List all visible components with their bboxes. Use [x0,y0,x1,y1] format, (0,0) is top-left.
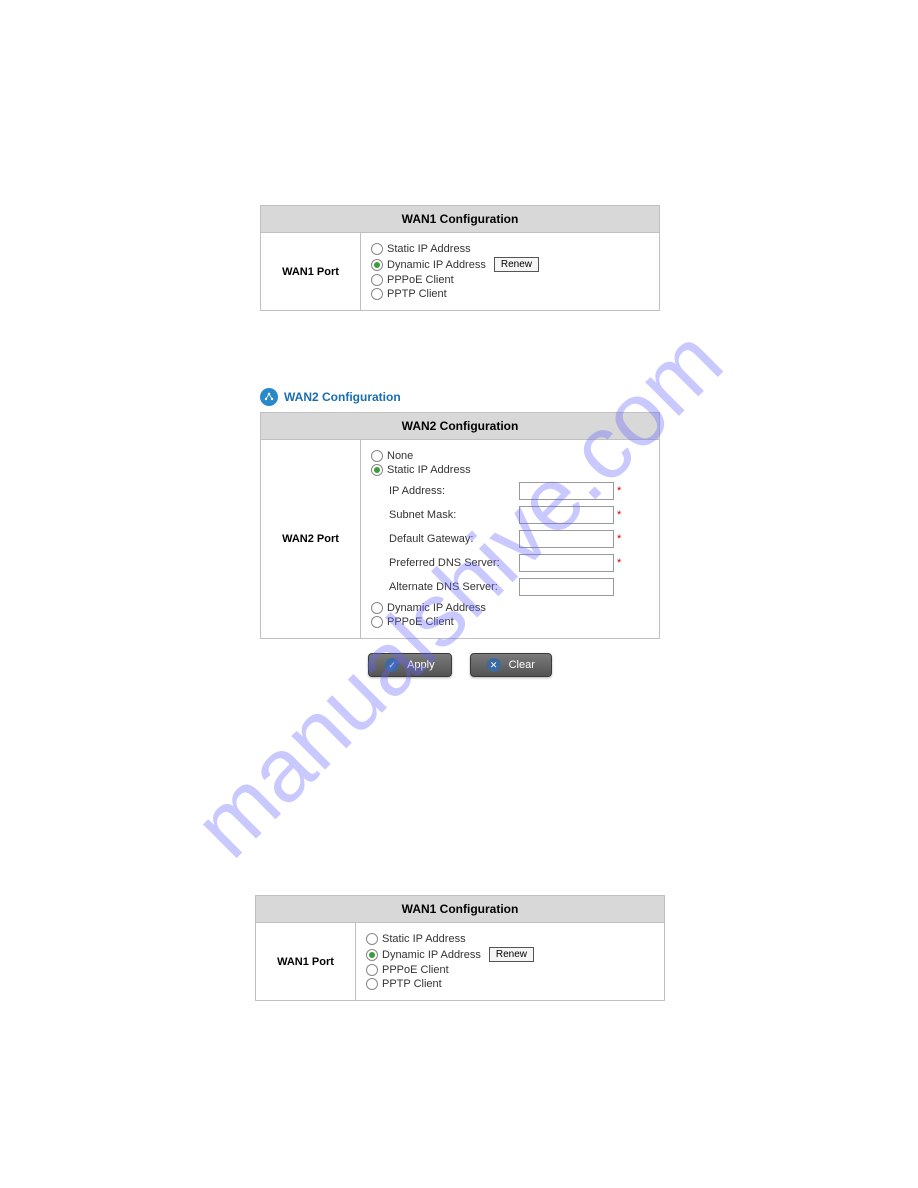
radio-bottom-pptp[interactable] [366,978,378,990]
wan2-static-label: Static IP Address [387,464,471,476]
radio-dynamic-ip[interactable] [371,259,383,271]
required-star-icon: * [617,509,621,521]
radio-wan2-static[interactable] [371,464,383,476]
bottom-static-label: Static IP Address [382,933,466,945]
radio-bottom-dynamic[interactable] [366,949,378,961]
close-icon: ✕ [487,658,501,672]
wan2-pppoe-label: PPPoE Client [387,616,454,628]
radio-bottom-pppoe[interactable] [366,964,378,976]
wan1-header: WAN1 Configuration [261,206,659,233]
check-icon: ✓ [385,658,399,672]
wan2-port-label: WAN2 Port [261,440,361,638]
network-icon [260,388,278,406]
wan2-dynamic-label: Dynamic IP Address [387,602,486,614]
required-star-icon: * [617,533,621,545]
dynamic-ip-label: Dynamic IP Address [387,259,486,271]
apply-button[interactable]: ✓ Apply [368,653,452,677]
radio-none[interactable] [371,450,383,462]
required-star-icon: * [617,557,621,569]
wan1-config-panel-top: WAN1 Configuration WAN1 Port Static IP A… [260,205,660,311]
alternate-dns-label: Alternate DNS Server: [389,581,519,593]
alternate-dns-input[interactable] [519,578,614,596]
preferred-dns-label: Preferred DNS Server: [389,557,519,569]
renew-button-bottom[interactable]: Renew [489,947,534,962]
bottom-pptp-label: PPTP Client [382,978,442,990]
pppoe-label: PPPoE Client [387,274,454,286]
wan1-config-panel-bottom: WAN1 Configuration WAN1 Port Static IP A… [255,895,665,1001]
radio-bottom-static[interactable] [366,933,378,945]
renew-button[interactable]: Renew [494,257,539,272]
wan1-bottom-port-label: WAN1 Port [256,923,356,1000]
bottom-pppoe-label: PPPoE Client [382,964,449,976]
default-gateway-label: Default Gateway: [389,533,519,545]
wan2-header: WAN2 Configuration [261,413,659,440]
radio-wan2-dynamic[interactable] [371,602,383,614]
ip-address-input[interactable] [519,482,614,500]
wan1-bottom-header: WAN1 Configuration [256,896,664,923]
none-label: None [387,450,413,462]
clear-label: Clear [509,659,535,671]
radio-pppoe[interactable] [371,274,383,286]
bottom-dynamic-label: Dynamic IP Address [382,949,481,961]
radio-wan2-pppoe[interactable] [371,616,383,628]
pptp-label: PPTP Client [387,288,447,300]
required-star-icon: * [617,485,621,497]
wan2-title-text: WAN2 Configuration [284,390,401,404]
apply-label: Apply [407,659,435,671]
radio-static-ip[interactable] [371,243,383,255]
wan1-port-label: WAN1 Port [261,233,361,310]
subnet-mask-input[interactable] [519,506,614,524]
preferred-dns-input[interactable] [519,554,614,572]
wan2-config-panel: WAN2 Configuration WAN2 Port None Static… [260,412,660,639]
clear-button[interactable]: ✕ Clear [470,653,552,677]
radio-pptp[interactable] [371,288,383,300]
wan2-section-title: WAN2 Configuration [260,388,660,406]
static-ip-label: Static IP Address [387,243,471,255]
subnet-mask-label: Subnet Mask: [389,509,519,521]
ip-address-label: IP Address: [389,485,519,497]
default-gateway-input[interactable] [519,530,614,548]
